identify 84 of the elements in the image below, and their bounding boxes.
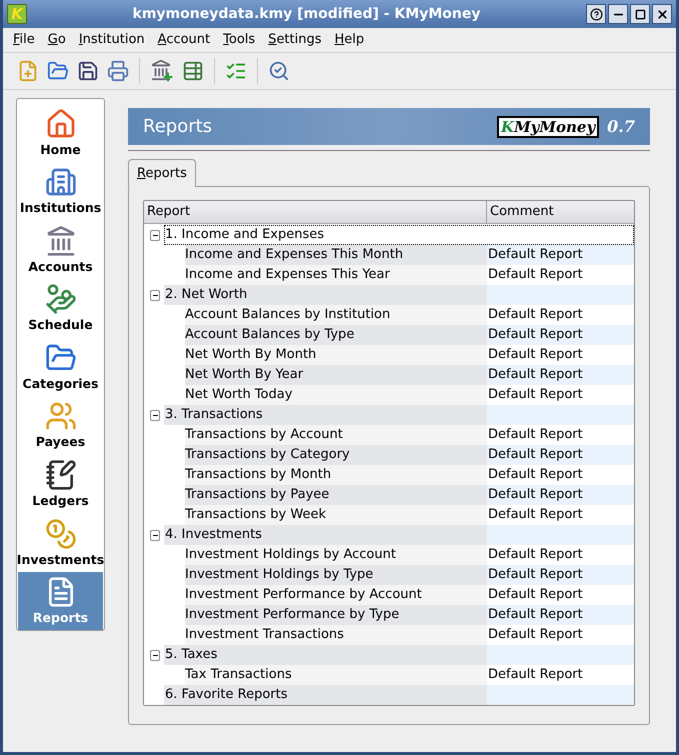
report-name[interactable]: Transactions by Account [185, 425, 487, 445]
menu-item[interactable]: Tools [217, 30, 262, 50]
help-button[interactable] [586, 4, 606, 24]
report-name[interactable]: Account Balances by Institution [185, 305, 487, 325]
report-group: 2. Net Worth [164, 285, 487, 305]
sidebar-item[interactable]: Reports [18, 572, 103, 630]
window-title: kmymoneydata.kmy [modified] - KMyMoney [132, 4, 482, 24]
menu-item[interactable]: Account [152, 30, 216, 50]
ledger-icon [44, 458, 76, 491]
money-hand-icon [44, 283, 76, 316]
sidebar-item[interactable]: Institutions [18, 162, 103, 220]
house-icon [44, 108, 76, 140]
column-header[interactable]: Report [144, 201, 487, 223]
sidebar-item[interactable]: Ledgers [18, 454, 103, 513]
add-table-icon[interactable] [182, 60, 204, 82]
comment-cell: Default Report [487, 605, 634, 625]
close-icon [656, 8, 668, 20]
collapse-icon[interactable] [150, 650, 160, 660]
tree-row[interactable]: 2. Net Worth [164, 285, 634, 305]
report-name[interactable]: Net Worth Today [185, 385, 487, 405]
tree-row[interactable]: 3. Transactions [164, 405, 634, 425]
sidebar-item[interactable]: Home [18, 103, 103, 162]
report-name[interactable]: Net Worth By Year [185, 365, 487, 385]
report-name[interactable]: Transactions by Payee [185, 485, 487, 505]
report-name[interactable]: Account Balances by Type [185, 325, 487, 345]
comment-cell: Default Report [487, 445, 634, 465]
add-bank-icon[interactable] [150, 59, 174, 83]
building-icon [44, 166, 76, 198]
maximize-icon [634, 8, 646, 20]
open-folder-icon[interactable] [47, 60, 69, 82]
report-name[interactable]: Income and Expenses This Month [185, 245, 487, 265]
report-name[interactable]: Investment Performance by Type [185, 605, 487, 625]
report-name[interactable]: Investment Holdings by Type [185, 565, 487, 585]
sidebar-item[interactable]: Accounts [18, 220, 103, 279]
comment-cell: Default Report [487, 325, 634, 345]
tree-row[interactable]: 6. Favorite Reports [164, 685, 634, 705]
report-name[interactable]: Investment Performance by Account [185, 585, 487, 605]
report-name[interactable]: Investment Holdings by Account [185, 545, 487, 565]
tab[interactable]: Reports [128, 159, 196, 187]
report-group: 5. Taxes [164, 645, 487, 665]
coins-icon [44, 518, 76, 550]
comment-cell: Default Report [487, 485, 634, 505]
collapse-icon[interactable] [150, 230, 160, 240]
version-label: 0.7 [607, 116, 635, 138]
report-name[interactable]: Investment Transactions [185, 625, 487, 645]
search-icon[interactable] [268, 60, 290, 82]
sidebar-item[interactable]: Investments [18, 512, 103, 572]
tree-row[interactable]: 4. Investments [164, 525, 634, 545]
print-icon[interactable] [107, 60, 129, 82]
collapse-icon[interactable] [150, 530, 160, 540]
report-name[interactable]: Tax Transactions [185, 665, 487, 685]
menu-item[interactable]: File [7, 30, 41, 50]
comment-cell: Default Report [487, 245, 634, 265]
sidebar-item[interactable]: Categories [18, 337, 103, 396]
sidebar-item[interactable]: Payees [18, 396, 103, 454]
collapse-icon[interactable] [150, 410, 160, 420]
report-name[interactable]: Income and Expenses This Year [185, 265, 487, 285]
tree-row[interactable]: 5. Taxes [164, 645, 634, 665]
report-name[interactable]: Transactions by Category [185, 445, 487, 465]
minimize-button[interactable] [608, 4, 628, 24]
sidebar-item[interactable]: Schedule [18, 278, 103, 338]
report-name[interactable]: Net Worth By Month [185, 345, 487, 365]
report-name[interactable]: Transactions by Week [185, 505, 487, 525]
report-group: 6. Favorite Reports [164, 685, 487, 705]
help-icon [590, 8, 602, 20]
app-logo: KMyMoney [497, 116, 600, 138]
menu-item[interactable]: Institution [72, 30, 151, 50]
tree-row[interactable]: 1. Income and Expenses [164, 225, 634, 245]
menu-item[interactable]: Help [328, 30, 370, 50]
close-button[interactable] [652, 4, 672, 24]
report-name[interactable]: Transactions by Month [185, 465, 487, 485]
report-group: 3. Transactions [164, 405, 487, 425]
bank-icon [44, 224, 76, 257]
column-header[interactable]: Comment [487, 201, 634, 223]
menu-item[interactable]: Go [42, 30, 72, 50]
people-icon [44, 400, 76, 432]
comment-cell: Default Report [487, 365, 634, 385]
menu-item[interactable]: Settings [262, 30, 328, 50]
report-group: 4. Investments [164, 525, 487, 545]
collapse-icon[interactable] [150, 290, 160, 300]
save-icon[interactable] [77, 60, 99, 82]
page-title: Reports [143, 115, 214, 139]
maximize-button[interactable] [630, 4, 650, 24]
comment-cell: Default Report [487, 565, 634, 585]
